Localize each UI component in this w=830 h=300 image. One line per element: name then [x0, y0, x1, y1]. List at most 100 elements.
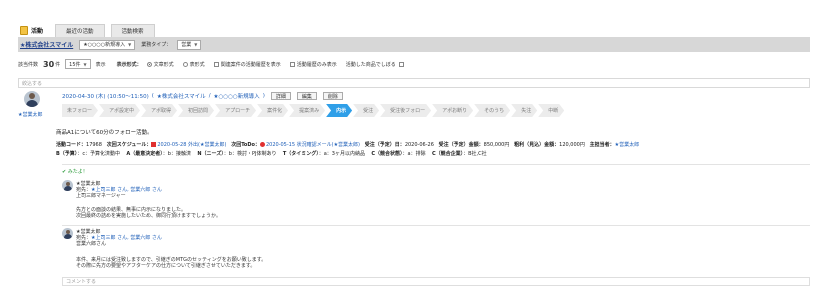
pipeline-stage[interactable]: 中断: [538, 104, 564, 117]
history-only-checkbox[interactable]: 活動履歴のみ表示: [289, 61, 337, 68]
comment-avatar: [62, 228, 73, 239]
comment-avatar: [62, 180, 73, 191]
radio-unchecked-icon: [182, 61, 188, 67]
pipeline-stage[interactable]: アプローチ: [215, 104, 256, 117]
competitor-label: C（競合企業）: [431, 151, 464, 157]
order-amount-value: 850,000円: [483, 142, 510, 148]
format-label: 表示形式：: [116, 61, 142, 68]
paren-close: ): [262, 93, 265, 99]
code-label: 活動コード：: [56, 142, 87, 148]
divider: [62, 164, 810, 165]
pipeline-stage[interactable]: アポお断り: [432, 104, 473, 117]
competition-state-value: ：a：排除: [402, 151, 426, 157]
activity-project-link[interactable]: ★○○○○新規導入: [214, 92, 260, 100]
avatar[interactable]: [24, 91, 40, 107]
checkbox-icon: [213, 61, 219, 67]
pipeline-stage[interactable]: 失注: [511, 104, 537, 117]
bant-b-label: B（予算）: [56, 151, 78, 157]
seen-reaction[interactable]: ✔ みたよ！: [62, 168, 88, 175]
tab-activity-search[interactable]: 活動検索: [110, 24, 155, 37]
chevron-down-icon: ▼: [83, 61, 87, 67]
pipeline-stage[interactable]: 提案済み: [289, 104, 325, 117]
comment-addressee: 上司三郎マネージャー: [76, 193, 126, 199]
profit-label: 粗利（見込）金額：: [514, 142, 560, 148]
tab-activity-label: 活動: [31, 27, 44, 35]
next-schedule-link[interactable]: 2020-05-28 外出(★営業太郎): [157, 142, 226, 148]
count-label: 該当件数: [18, 61, 39, 68]
product-filter[interactable]: 活動した商品でしぼる: [346, 61, 406, 68]
bant-b-value: ：c：予算化済動中: [77, 151, 121, 157]
activity-header: 2020-04-30 (木) (10:50〜11:50) ( ★株式会社スマイル…: [62, 91, 343, 101]
format-table-label: 表形式: [189, 61, 205, 68]
pipeline-stage[interactable]: 内示: [326, 104, 352, 117]
bant-n-label: N（ニーズ）: [197, 151, 224, 157]
detail-button[interactable]: 詳細: [270, 92, 291, 100]
related-history-label: 関連案件の活動履歴を表示: [220, 61, 281, 68]
avatar-body: [63, 186, 72, 191]
tab-activity[interactable]: 活動: [18, 23, 49, 37]
list-toolbar: 該当件数 30 件 15件 ▼ 表示 表示形式： 文章形式 表形式 関連案件の活…: [18, 58, 718, 70]
pipeline-stage[interactable]: アポ設定中: [99, 104, 140, 117]
bant-t-label: T（タイミング）: [282, 151, 319, 157]
format-table-radio[interactable]: 表形式: [182, 61, 205, 68]
order-date-value: 2020-06-26: [404, 142, 434, 148]
competitor-value: ：B社,C社: [463, 151, 487, 157]
order-amount-label: 受注（予定）金額：: [438, 142, 484, 148]
pipeline-stage[interactable]: 受注後フォロー: [380, 104, 431, 117]
format-text-radio[interactable]: 文章形式: [146, 61, 174, 68]
project-select[interactable]: ★○○○○新規導入 ▼: [79, 39, 136, 50]
tab-recent-activity[interactable]: 最近の活動: [55, 24, 105, 37]
comment-item: ★営業太郎 宛先：★上司三郎 さん, 営業六郎 さん 営業六郎さん 本件、来月に…: [62, 228, 662, 272]
next-todo-link[interactable]: 2020-05-15 状況確認メール(★営業太郎): [266, 142, 360, 148]
pipeline-stage[interactable]: 案件化: [257, 104, 288, 117]
business-type-select[interactable]: 営業 ▼: [177, 39, 202, 50]
checkbox-icon: [289, 61, 295, 67]
activity-info-line-1: 活動コード：17968 次回スケジュール： 2020-05-28 外出(★営業太郎…: [56, 141, 639, 148]
folder-icon: [20, 25, 28, 35]
format-text-label: 文章形式: [153, 61, 174, 68]
next-todo-label: 次回ToDo：: [231, 142, 260, 148]
chevron-down-icon: ▼: [128, 42, 132, 47]
related-history-checkbox[interactable]: 関連案件の活動履歴を表示: [213, 61, 281, 68]
pipeline-stage[interactable]: 未フォロー: [62, 104, 98, 117]
per-page-select[interactable]: 15件 ▼: [65, 59, 91, 69]
slash-separator: /: [208, 93, 211, 99]
activity-company-link[interactable]: ★株式会社スマイル: [157, 92, 206, 100]
activity-summary: 商品A1について60分のフォロー活動。: [56, 130, 153, 136]
pipeline-stage[interactable]: そのうち: [474, 104, 510, 117]
activity-tabs: 活動 最近の活動 活動検索: [18, 20, 155, 37]
comment-addressee: 営業六郎さん: [76, 241, 107, 247]
divider: [62, 225, 810, 226]
activity-datetime-link[interactable]: 2020-04-30 (木) (10:50〜11:50): [62, 92, 149, 100]
count-unit: 件: [55, 61, 61, 68]
filter-input[interactable]: 絞込する: [18, 78, 810, 88]
bant-a-label: A（最意決定者）: [126, 151, 163, 157]
pipeline-stage[interactable]: 初回訪問: [178, 104, 214, 117]
avatar-head: [65, 181, 70, 186]
business-type-value: 営業: [181, 42, 192, 48]
count-value: 30: [43, 59, 55, 69]
company-bar: ★株式会社スマイル ★○○○○新規導入 ▼ 業務タイプ： 営業 ▼: [18, 37, 810, 52]
avatar-user-name[interactable]: ★営業太郎: [18, 111, 42, 118]
avatar-head: [29, 93, 35, 99]
owner-link[interactable]: ★営業太郎: [615, 142, 639, 148]
show-label: 表示: [95, 61, 106, 68]
comment-body-line-2: 次回最終の詰めを実施したいため、御同行頂けますでしょうか。: [76, 213, 221, 219]
bant-n-value: ：b：検討・PJ体制あり: [223, 151, 277, 157]
history-only-label: 活動履歴のみ表示: [296, 61, 337, 68]
comment-body-line-2: その際に先方の要望やアフターケアの仕方について引継ぎさせていただきます。: [76, 263, 256, 269]
todo-icon: [259, 142, 265, 147]
avatar-body: [63, 234, 72, 239]
next-schedule-label: 次回スケジュール：: [106, 142, 152, 148]
company-name-link[interactable]: ★株式会社スマイル: [20, 40, 73, 49]
pipeline-stage[interactable]: アポ取得: [141, 104, 177, 117]
product-filter-label: 活動した商品でしぼる: [345, 61, 396, 68]
product-filter-dropdown-icon: [398, 61, 404, 67]
activity-info-line-2: B（予算）：c：予算化済動中 A（最意決定者）：b：接触済 N（ニーズ）：b：検…: [56, 150, 487, 157]
comment-input[interactable]: コメントする: [62, 277, 810, 286]
delete-button[interactable]: 削除: [322, 92, 343, 100]
competition-state-label: C（競合状態）: [371, 151, 403, 157]
order-date-label: 受注（予定）日：: [364, 142, 405, 148]
pipeline-stage[interactable]: 受注: [353, 104, 379, 117]
edit-button[interactable]: 編集: [296, 92, 317, 100]
